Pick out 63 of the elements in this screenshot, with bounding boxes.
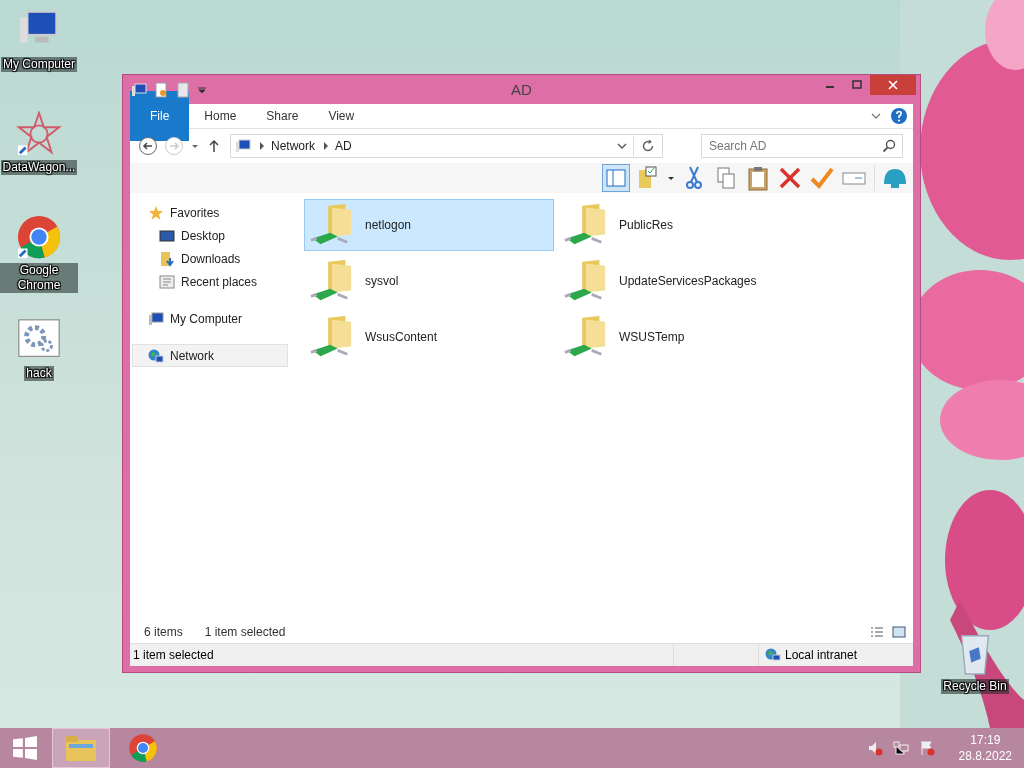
computer-icon [148, 310, 164, 327]
maximize-icon [851, 80, 862, 90]
back-icon[interactable] [138, 136, 158, 156]
large-icons-view-icon[interactable] [891, 624, 907, 640]
chevron-icon[interactable] [259, 142, 265, 150]
nav-item[interactable]: Favorites [132, 201, 288, 224]
window-title: AD [510, 81, 533, 98]
desktop-icon-label[interactable]: Recycle Bin [941, 679, 1009, 694]
folder-item[interactable]: WsusContent [304, 311, 554, 363]
desktop-icon-label[interactable]: hack [24, 366, 54, 381]
ribbon-tab[interactable]: Home [189, 104, 252, 128]
refresh-icon[interactable] [640, 138, 656, 154]
close-icon [888, 80, 898, 90]
close-button[interactable] [870, 75, 916, 95]
star-pattern-icon[interactable] [16, 111, 62, 157]
nav-item[interactable]: Downloads [132, 247, 288, 270]
nav-item[interactable]: My Computer [132, 307, 288, 330]
help-icon[interactable] [891, 108, 907, 124]
new-folder-icon[interactable] [175, 81, 191, 98]
folder-item[interactable]: netlogon [304, 199, 554, 251]
breadcrumb[interactable]: AD [335, 139, 352, 153]
desktop-icon-label[interactable]: My Computer [1, 57, 77, 72]
ribbon-tab[interactable]: View [313, 104, 370, 128]
star-icon [148, 204, 164, 221]
windows-logo-icon[interactable] [12, 735, 38, 761]
folder-icon [65, 733, 97, 763]
preview-pane-icon[interactable] [602, 164, 630, 192]
breadcrumb[interactable]: Network [271, 139, 315, 153]
nav-item[interactable]: Recent places [132, 270, 288, 293]
recent-places-icon [159, 273, 175, 290]
folder-item[interactable]: UpdateServicesPackages [558, 255, 808, 307]
flag-icon[interactable] [918, 740, 935, 756]
chrome-icon [127, 733, 159, 763]
nav-item[interactable]: Desktop [132, 224, 288, 247]
search-field[interactable]: Search AD [701, 134, 903, 158]
computer-icon[interactable] [131, 81, 147, 98]
folder-item[interactable]: PublicRes [558, 199, 808, 251]
search-icon[interactable] [881, 138, 897, 154]
network-icon[interactable] [892, 740, 909, 756]
chrome-icon[interactable] [16, 214, 62, 260]
dropdown-icon[interactable] [617, 141, 627, 151]
details-view-icon[interactable] [869, 624, 885, 640]
expand-ribbon-icon[interactable] [871, 111, 881, 121]
folder-item[interactable]: WSUSTemp [558, 311, 808, 363]
forward-icon[interactable] [164, 136, 184, 156]
selection-count: 1 item selected [204, 625, 286, 639]
ribbon-tab[interactable]: Share [251, 104, 314, 128]
status-text: 1 item selected [132, 648, 215, 662]
chevron-icon[interactable] [323, 142, 329, 150]
desktop-icon [159, 227, 175, 244]
desktop-icon-label[interactable]: DataWagon... [0, 160, 78, 175]
properties-icon[interactable] [153, 81, 169, 98]
computer-icon [235, 138, 251, 154]
security-zone: Local intranet [785, 648, 858, 662]
folder-item[interactable]: sysvol [304, 255, 554, 307]
desktop-icon-label[interactable]: Google Chrome [0, 263, 78, 293]
address-bar[interactable]: Network AD [230, 134, 663, 158]
nav-item[interactable]: Network [132, 344, 288, 367]
item-count: 6 items [144, 625, 183, 639]
network-globe-icon [148, 347, 164, 364]
downloads-icon [159, 250, 175, 267]
globe-computer-icon [765, 647, 781, 663]
speaker-muted-icon[interactable] [866, 740, 883, 756]
